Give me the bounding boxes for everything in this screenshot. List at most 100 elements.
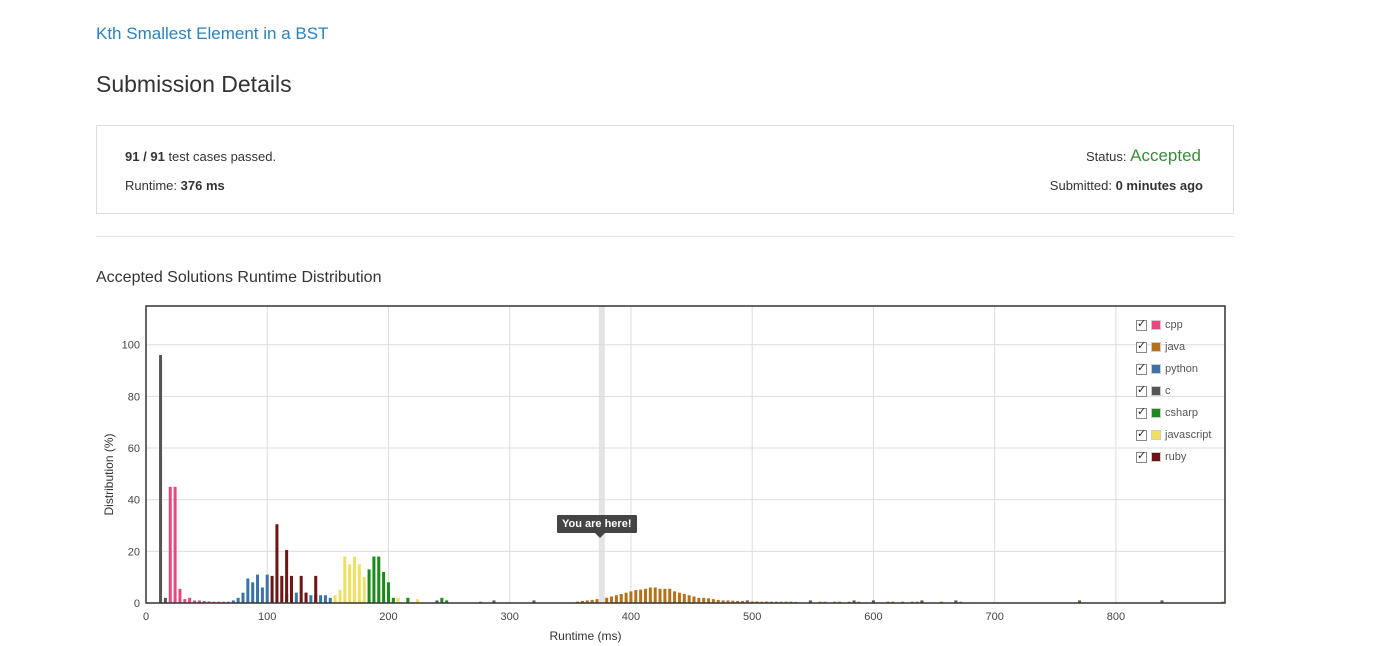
bar-java — [643, 588, 647, 603]
bar-ruby — [299, 575, 303, 603]
legend-swatch-cpp — [1151, 320, 1161, 330]
x-tick-label: 200 — [379, 611, 397, 623]
legend-swatch-c — [1151, 386, 1161, 396]
bar-python — [328, 597, 332, 603]
legend-item-javascript[interactable]: javascript — [1136, 424, 1211, 446]
bar-python — [251, 582, 255, 603]
x-tick-label: 400 — [622, 611, 640, 623]
bar-java — [653, 587, 657, 603]
you-are-here-marker — [598, 306, 605, 603]
legend-label-csharp: csharp — [1165, 407, 1199, 419]
bar-cpp — [173, 486, 177, 603]
bar-cpp — [178, 588, 182, 603]
x-tick-label: 500 — [743, 611, 761, 623]
legend-checkbox-csharp[interactable] — [1136, 405, 1147, 419]
bar-python — [265, 574, 269, 603]
legend-swatch-python — [1151, 364, 1161, 374]
bar-ruby — [280, 575, 284, 603]
bar-java — [614, 595, 618, 603]
bar-javascript — [362, 577, 366, 603]
bar-python — [323, 595, 327, 603]
legend-item-python[interactable]: python — [1136, 358, 1211, 380]
bar-java — [658, 588, 662, 603]
x-tick-label: 300 — [501, 611, 519, 623]
y-tick-label: 60 — [128, 443, 140, 455]
bar-csharp — [382, 572, 386, 603]
bar-ruby — [275, 524, 279, 603]
legend-label-java: java — [1165, 341, 1186, 353]
x-tick-label: 700 — [985, 611, 1003, 623]
legend-item-csharp[interactable]: csharp — [1136, 402, 1211, 424]
bar-java — [692, 596, 696, 603]
x-tick-label: 100 — [258, 611, 276, 623]
bar-java — [673, 591, 677, 603]
legend-swatch-java — [1151, 342, 1161, 352]
you-are-here-tooltip: You are here! — [557, 515, 637, 538]
bar-ruby — [289, 575, 293, 603]
bar-javascript — [333, 595, 337, 603]
legend-checkbox-ruby[interactable] — [1136, 449, 1147, 463]
bar-ruby — [304, 592, 308, 603]
bar-python — [256, 574, 260, 603]
bar-java — [605, 597, 609, 603]
bar-csharp — [367, 569, 371, 603]
legend-item-c[interactable]: c — [1136, 380, 1211, 402]
legend-checkbox-java[interactable] — [1136, 339, 1147, 353]
bar-java — [648, 587, 652, 603]
bar-java — [682, 593, 686, 603]
bar-python — [260, 587, 264, 603]
bar-java — [697, 597, 701, 603]
legend-item-cpp[interactable]: cpp — [1136, 314, 1211, 336]
y-axis-label: Distribution (%) — [102, 433, 116, 515]
y-tick-label: 100 — [122, 340, 140, 352]
bar-python — [294, 592, 298, 603]
legend-checkbox-python[interactable] — [1136, 361, 1147, 375]
bar-python — [236, 597, 240, 603]
legend-item-java[interactable]: java — [1136, 336, 1211, 358]
y-tick-label: 80 — [128, 391, 140, 403]
bar-java — [610, 596, 614, 603]
bar-java — [663, 588, 667, 603]
legend-label-python: python — [1165, 363, 1199, 375]
bar-java — [702, 597, 706, 603]
bar-csharp — [377, 556, 381, 603]
y-tick-label: 0 — [134, 598, 140, 610]
chart-legend: cpp java python c csharp javascript ruby — [1136, 314, 1211, 468]
x-tick-label: 600 — [864, 611, 882, 623]
legend-checkbox-c[interactable] — [1136, 383, 1147, 397]
y-tick-label: 20 — [128, 546, 140, 558]
legend-label-ruby: ruby — [1165, 451, 1187, 463]
legend-checkbox-cpp[interactable] — [1136, 317, 1147, 331]
bar-csharp — [386, 582, 390, 603]
bar-csharp — [406, 597, 410, 603]
legend-item-ruby[interactable]: ruby — [1136, 446, 1211, 468]
bar-csharp — [391, 597, 395, 603]
bar-javascript — [353, 556, 357, 603]
bar-javascript — [343, 556, 347, 603]
legend-swatch-csharp — [1151, 408, 1161, 418]
legend-swatch-javascript — [1151, 430, 1161, 440]
bar-javascript — [338, 590, 342, 603]
bar-csharp — [440, 597, 444, 603]
bar-java — [629, 591, 633, 603]
bar-ruby — [270, 575, 274, 603]
x-tick-label: 800 — [1107, 611, 1125, 623]
bar-java — [634, 590, 638, 603]
bar-python — [319, 595, 323, 603]
legend-checkbox-javascript[interactable] — [1136, 427, 1147, 441]
bar-java — [624, 592, 628, 603]
bar-python — [309, 595, 313, 603]
x-tick-label: 0 — [143, 611, 149, 623]
legend-label-cpp: cpp — [1165, 319, 1183, 331]
bar-javascript — [357, 564, 361, 603]
bar-cpp — [168, 486, 172, 603]
x-axis-label: Runtime (ms) — [549, 629, 621, 643]
legend-label-c: c — [1165, 385, 1171, 397]
plot-area — [146, 306, 1225, 603]
bar-java — [619, 593, 623, 603]
legend-label-javascript: javascript — [1165, 429, 1212, 441]
bar-csharp — [372, 556, 376, 603]
legend-swatch-ruby — [1151, 452, 1161, 462]
bar-c — [163, 597, 167, 603]
bar-ruby — [285, 550, 289, 603]
